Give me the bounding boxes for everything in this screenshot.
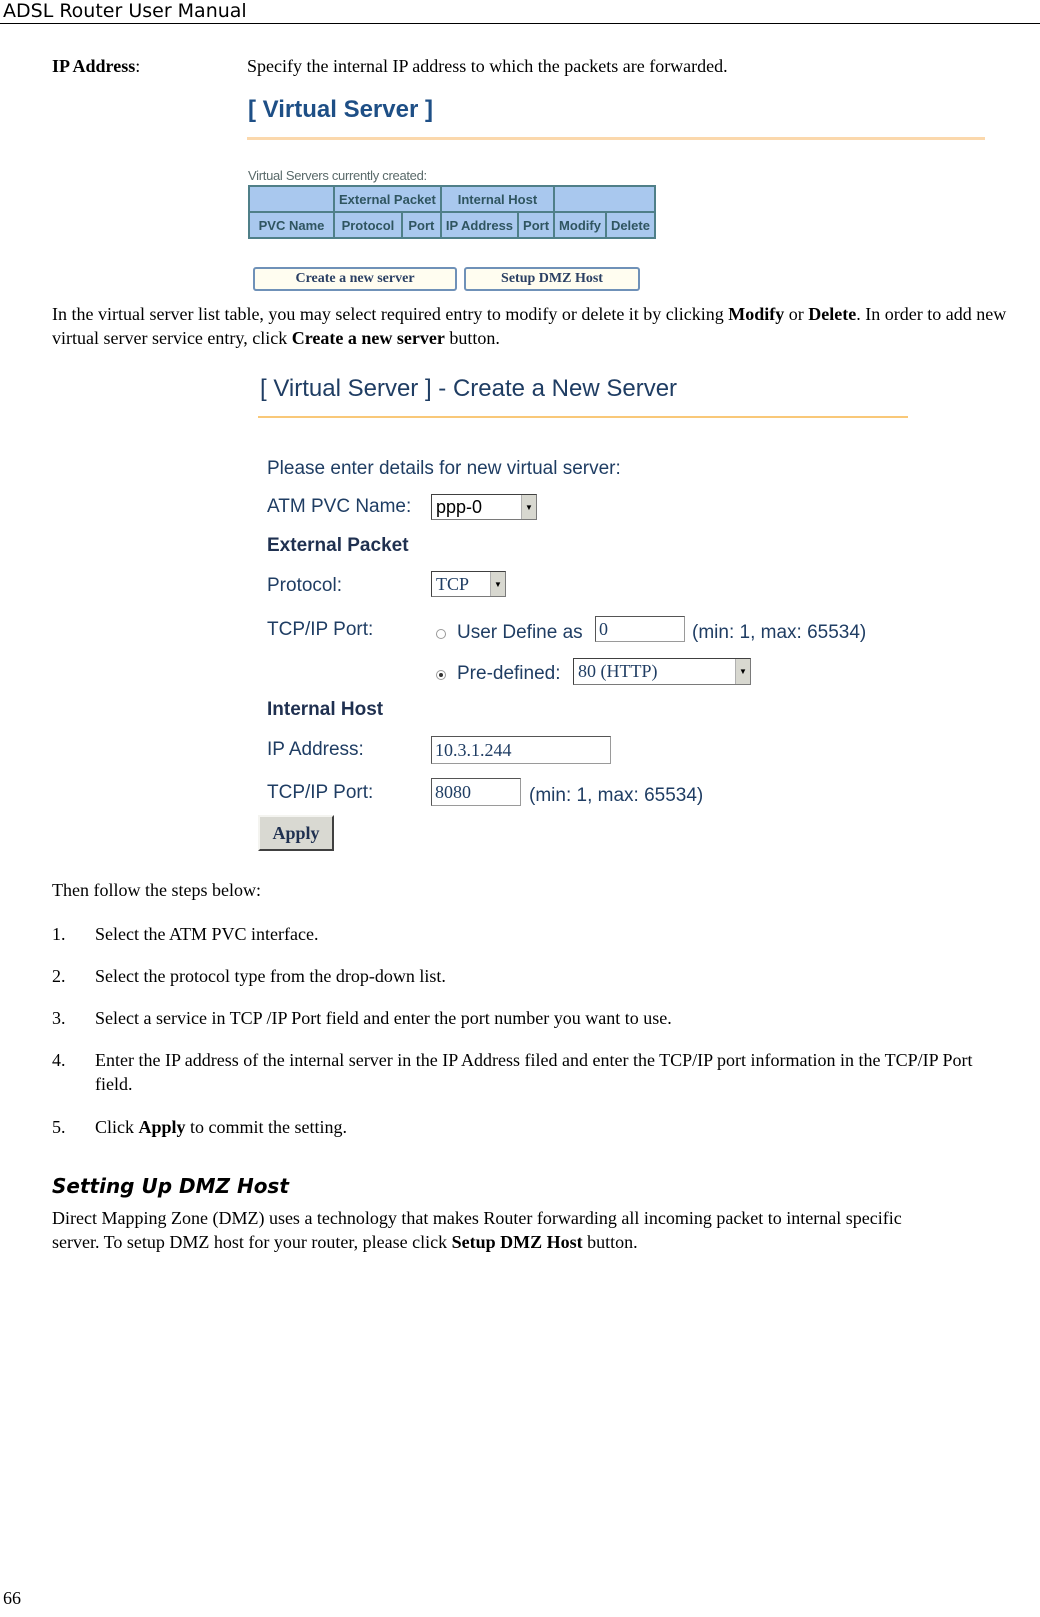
delete-term: Delete	[808, 304, 857, 324]
column-header-internal-port: Port	[517, 211, 556, 239]
apply-button[interactable]: Apply	[258, 815, 334, 851]
predefined-service-value: 80 (HTTP)	[578, 661, 658, 681]
ip-address-input[interactable]: 10.3.1.244	[431, 736, 611, 764]
orange-divider	[258, 416, 908, 418]
internal-tcp-port-label: TCP/IP Port:	[267, 782, 374, 803]
create-server-title: [ Virtual Server ] - Create a New Server	[260, 375, 678, 402]
step-number: 5.	[52, 1117, 66, 1137]
protocol-select[interactable]: TCP ▼	[431, 571, 506, 597]
group-header-blank	[248, 185, 335, 213]
ip-address-label: IP Address:	[267, 739, 364, 760]
predefined-service-select[interactable]: 80 (HTTP) ▼	[573, 658, 751, 685]
dropdown-arrow-icon: ▼	[490, 572, 505, 596]
column-header-delete: Delete	[604, 211, 656, 239]
dmz-section-heading: Setting Up DMZ Host	[52, 1174, 289, 1198]
create-term: Create a new server	[291, 328, 445, 348]
header-divider	[0, 23, 1040, 24]
ip-address-definition: Specify the internal IP address to which…	[247, 56, 728, 76]
step-number: 3.	[52, 1008, 66, 1028]
modify-term: Modify	[728, 304, 785, 324]
atm-pvc-value: ppp-0	[436, 496, 483, 517]
step-item: 2. Select the protocol type from the dro…	[52, 964, 1012, 988]
step-number: 4.	[52, 1050, 66, 1070]
internal-host-heading: Internal Host	[267, 699, 384, 720]
internal-port-input[interactable]: 8080	[431, 778, 521, 806]
table-column-header-row: PVC Name Protocol Port IP Address Port M…	[248, 211, 656, 239]
step-item: 1. Select the ATM PVC interface.	[52, 922, 1012, 946]
modify-delete-paragraph: In the virtual server list table, you ma…	[52, 304, 1007, 348]
setup-dmz-host-button[interactable]: Setup DMZ Host	[464, 267, 640, 291]
user-define-radio[interactable]	[436, 629, 446, 639]
step-text: Select the protocol type from the drop-d…	[95, 966, 446, 986]
step-number: 2.	[52, 966, 66, 986]
form-intro: Please enter details for new virtual ser…	[267, 458, 621, 479]
page-number: 66	[3, 1588, 21, 1608]
steps-intro: Then follow the steps below:	[52, 880, 261, 900]
column-header-ip-address: IP Address	[439, 211, 520, 239]
dropdown-arrow-icon: ▼	[521, 495, 536, 519]
protocol-value: TCP	[436, 573, 470, 594]
document-header-title: ADSL Router User Manual	[3, 0, 247, 22]
external-packet-heading: External Packet	[267, 535, 409, 556]
dropdown-arrow-icon: ▼	[735, 659, 750, 684]
atm-pvc-select[interactable]: ppp-0 ▼	[431, 494, 537, 520]
predefined-radio[interactable]	[436, 670, 446, 680]
atm-pvc-label: ATM PVC Name:	[267, 496, 412, 517]
user-define-range-hint: (min: 1, max: 65534)	[692, 622, 867, 643]
column-header-external-port: Port	[400, 211, 442, 239]
step-text: Enter the IP address of the internal ser…	[95, 1050, 973, 1094]
step-item: 3. Select a service in TCP /IP Port fiel…	[52, 1006, 1012, 1030]
protocol-label: Protocol:	[267, 575, 342, 596]
column-header-protocol: Protocol	[333, 211, 403, 239]
user-define-label: User Define as	[457, 622, 583, 643]
external-tcp-port-label: TCP/IP Port:	[267, 619, 374, 640]
table-group-header-row: External Packet Internal Host	[248, 185, 656, 213]
column-header-modify: Modify	[553, 211, 607, 239]
virtual-server-title: [ Virtual Server ]	[248, 96, 433, 123]
virtual-servers-caption: Virtual Servers currently created:	[248, 168, 427, 183]
setup-dmz-term: Setup DMZ Host	[451, 1232, 583, 1252]
step-item: 5. Click Apply to commit the setting.	[52, 1115, 1012, 1139]
group-header-external-packet: External Packet	[333, 185, 442, 213]
internal-port-range-hint: (min: 1, max: 65534)	[529, 785, 704, 806]
predefined-label: Pre-defined:	[457, 663, 561, 684]
step-number: 1.	[52, 924, 66, 944]
group-header-internal-host: Internal Host	[439, 185, 556, 213]
step-text: Select the ATM PVC interface.	[95, 924, 319, 944]
virtual-server-table: External Packet Internal Host PVC Name P…	[248, 185, 656, 239]
create-server-screenshot: [ Virtual Server ] - Create a New Server…	[258, 370, 938, 880]
apply-term: Apply	[138, 1117, 186, 1137]
term-colon: :	[135, 56, 141, 76]
virtual-server-screenshot: [ Virtual Server ] Virtual Servers curre…	[247, 92, 987, 297]
user-define-port-input[interactable]: 0	[595, 616, 685, 642]
column-header-pvc-name: PVC Name	[248, 211, 335, 239]
term-label: IP Address	[52, 56, 136, 76]
group-header-actions	[553, 185, 656, 213]
ip-address-term: IP Address:	[52, 54, 140, 78]
step-text: Click Apply to commit the setting.	[95, 1117, 348, 1137]
dmz-paragraph: Direct Mapping Zone (DMZ) uses a technol…	[52, 1208, 902, 1252]
create-new-server-button[interactable]: Create a new server	[253, 267, 457, 291]
step-text: Select a service in TCP /IP Port field a…	[95, 1008, 672, 1028]
step-item: 4. Enter the IP address of the internal …	[52, 1048, 992, 1096]
orange-divider	[247, 137, 985, 140]
